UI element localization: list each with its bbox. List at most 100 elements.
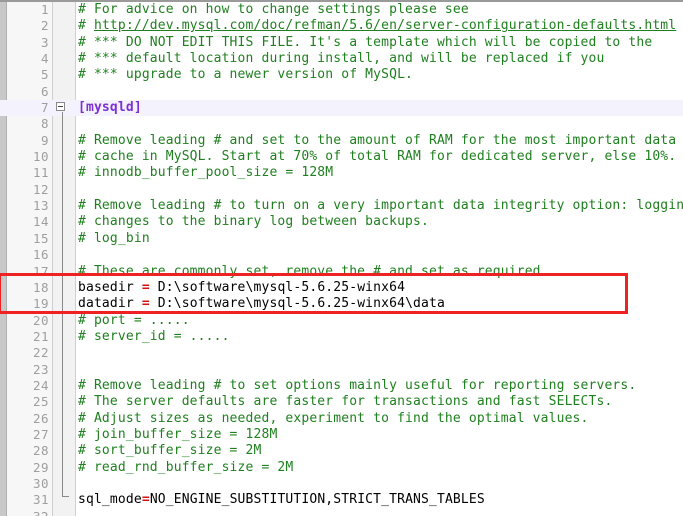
code-text: # sort_buffer_size = 2M: [78, 443, 683, 459]
line-number: 6: [40, 83, 49, 99]
fold-guide-foot: [62, 496, 69, 497]
token-comment: # Adjust sizes as needed, experiment to …: [78, 410, 589, 426]
code-line[interactable]: 10 # cache in MySQL. Start at 70% of tota…: [0, 149, 683, 165]
fold-guide-line: [62, 112, 63, 497]
code-text: # join_buffer_size = 128M: [78, 427, 683, 443]
token-comment: # changes to the binary log between back…: [78, 214, 429, 230]
code-line[interactable]: 7 [mysqld]: [0, 100, 683, 117]
code-line[interactable]: 8: [0, 116, 683, 132]
code-line[interactable]: 28 # sort_buffer_size = 2M: [0, 443, 683, 459]
token-comment: # For advice on how to change settings p…: [78, 2, 469, 17]
line-number: 16: [32, 247, 49, 263]
token-comment: # log_bin: [78, 230, 150, 246]
token-operator: =: [141, 279, 150, 295]
line-number: 26: [32, 410, 49, 426]
code-text: # server_id = .....: [78, 329, 683, 345]
token-comment: # Remove leading # to turn on a very imp…: [78, 198, 683, 214]
line-number: 1: [40, 2, 49, 17]
code-line[interactable]: 17 # These are commonly set, remove the #…: [0, 264, 683, 280]
code-line[interactable]: 32: [0, 509, 683, 516]
line-number: 17: [32, 263, 49, 279]
code-text: # changes to the binary log between back…: [78, 214, 683, 230]
code-line[interactable]: 19 datadir = D:\software\mysql-5.6.25-win…: [0, 296, 683, 312]
code-line[interactable]: 6: [0, 84, 683, 100]
token-comment: # cache in MySQL. Start at 70% of total …: [78, 149, 677, 165]
code-text: # log_bin: [78, 231, 683, 247]
code-text: # Remove leading # to turn on a very imp…: [78, 198, 683, 214]
code-line[interactable]: 25 # The server defaults are faster for t…: [0, 394, 683, 410]
code-line[interactable]: 20 # port = .....: [0, 313, 683, 329]
token-comment: # Remove leading # and set to the amount…: [78, 132, 677, 148]
line-number: 19: [32, 296, 49, 312]
code-line[interactable]: 14 # changes to the binary log between ba…: [0, 214, 683, 230]
token-value: D:\software\mysql-5.6.25-winx64\data: [149, 296, 445, 312]
token-comment: # *** upgrade to a newer version of MySQ…: [78, 67, 414, 83]
token-comment: # sort_buffer_size = 2M: [78, 443, 262, 459]
token-comment: # read_rnd_buffer_size = 2M: [78, 459, 294, 475]
code-text: datadir = D:\software\mysql-5.6.25-winx6…: [78, 296, 683, 312]
code-text: # innodb_buffer_pool_size = 128M: [78, 165, 683, 181]
line-number: 28: [32, 443, 49, 459]
code-line[interactable]: 16: [0, 247, 683, 263]
code-editor[interactable]: 1 # For advice on how to change settings …: [0, 0, 683, 516]
token-key: sql_mode: [78, 492, 142, 508]
line-number: 20: [32, 312, 49, 328]
line-number: 12: [32, 181, 49, 197]
code-lines-container[interactable]: 1 # For advice on how to change settings …: [0, 2, 683, 516]
line-number: 8: [40, 116, 49, 132]
token-value: D:\software\mysql-5.6.25-winx64: [149, 279, 406, 295]
code-line[interactable]: 27 # join_buffer_size = 128M: [0, 427, 683, 443]
token-operator: =: [141, 296, 150, 312]
token-comment: # innodb_buffer_pool_size = 128M: [78, 165, 334, 181]
code-text: # port = .....: [78, 313, 683, 329]
code-line[interactable]: 5 # *** upgrade to a newer version of MyS…: [0, 67, 683, 83]
code-line[interactable]: 18 basedir = D:\software\mysql-5.6.25-win…: [0, 280, 683, 296]
token-comment: # The server defaults are faster for tra…: [78, 394, 613, 410]
code-line[interactable]: 30: [0, 476, 683, 492]
line-number: 27: [32, 426, 49, 442]
code-line[interactable]: 1 # For advice on how to change settings …: [0, 2, 683, 18]
code-line[interactable]: 9 # Remove leading # and set to the amoun…: [0, 133, 683, 149]
token-comment: # *** default location during install, a…: [78, 51, 605, 67]
line-number: 23: [32, 361, 49, 377]
token-comment: # *** DO NOT EDIT THIS FILE. It's a temp…: [78, 34, 653, 50]
line-number: 9: [40, 132, 49, 148]
line-number: 10: [32, 149, 49, 165]
code-line[interactable]: 31 sql_mode=NO_ENGINE_SUBSTITUTION,STRICT…: [0, 492, 683, 508]
code-line[interactable]: 12: [0, 182, 683, 198]
line-number: 4: [40, 51, 49, 67]
code-line[interactable]: 11 # innodb_buffer_pool_size = 128M: [0, 165, 683, 181]
code-text: # Remove leading # and set to the amount…: [78, 133, 683, 149]
token-comment: # join_buffer_size = 128M: [78, 426, 278, 442]
code-line[interactable]: 23: [0, 362, 683, 378]
token-comment-link[interactable]: http://dev.mysql.com/doc/refman/5.6/en/s…: [94, 18, 676, 33]
token-key: basedir: [78, 279, 142, 295]
line-number: 14: [32, 214, 49, 230]
fold-collapse-icon[interactable]: [56, 102, 65, 111]
line-number: 31: [32, 492, 49, 508]
code-line[interactable]: 24 # Remove leading # to set options main…: [0, 378, 683, 394]
code-text: # cache in MySQL. Start at 70% of total …: [78, 149, 683, 165]
code-text: # The server defaults are faster for tra…: [78, 394, 683, 410]
code-text: # For advice on how to change settings p…: [78, 2, 683, 18]
line-number: 13: [32, 198, 49, 214]
code-line[interactable]: 3 # *** DO NOT EDIT THIS FILE. It's a tem…: [0, 35, 683, 51]
code-text: # *** default location during install, a…: [78, 51, 683, 67]
code-line[interactable]: 4 # *** default location during install, …: [0, 51, 683, 67]
code-line[interactable]: 29 # read_rnd_buffer_size = 2M: [0, 460, 683, 476]
code-line[interactable]: 22: [0, 345, 683, 361]
token-comment: # server_id = .....: [78, 328, 230, 344]
code-line[interactable]: 15 # log_bin: [0, 231, 683, 247]
token-comment: # Remove leading # to set options mainly…: [78, 377, 637, 393]
line-number: 25: [32, 394, 49, 410]
line-number: 7: [40, 100, 49, 116]
token-value: NO_ENGINE_SUBSTITUTION,STRICT_TRANS_TABL…: [149, 492, 485, 508]
code-line[interactable]: 26 # Adjust sizes as needed, experiment t…: [0, 411, 683, 427]
code-line[interactable]: 13 # Remove leading # to turn on a very i…: [0, 198, 683, 214]
code-line[interactable]: 2 # http://dev.mysql.com/doc/refman/5.6/e…: [0, 18, 683, 34]
code-line[interactable]: 21 # server_id = .....: [0, 329, 683, 345]
code-text: # *** upgrade to a newer version of MySQ…: [78, 67, 683, 83]
line-number: 5: [40, 67, 49, 83]
code-text: # These are commonly set, remove the # a…: [78, 264, 683, 280]
line-number: 32: [7, 509, 49, 516]
